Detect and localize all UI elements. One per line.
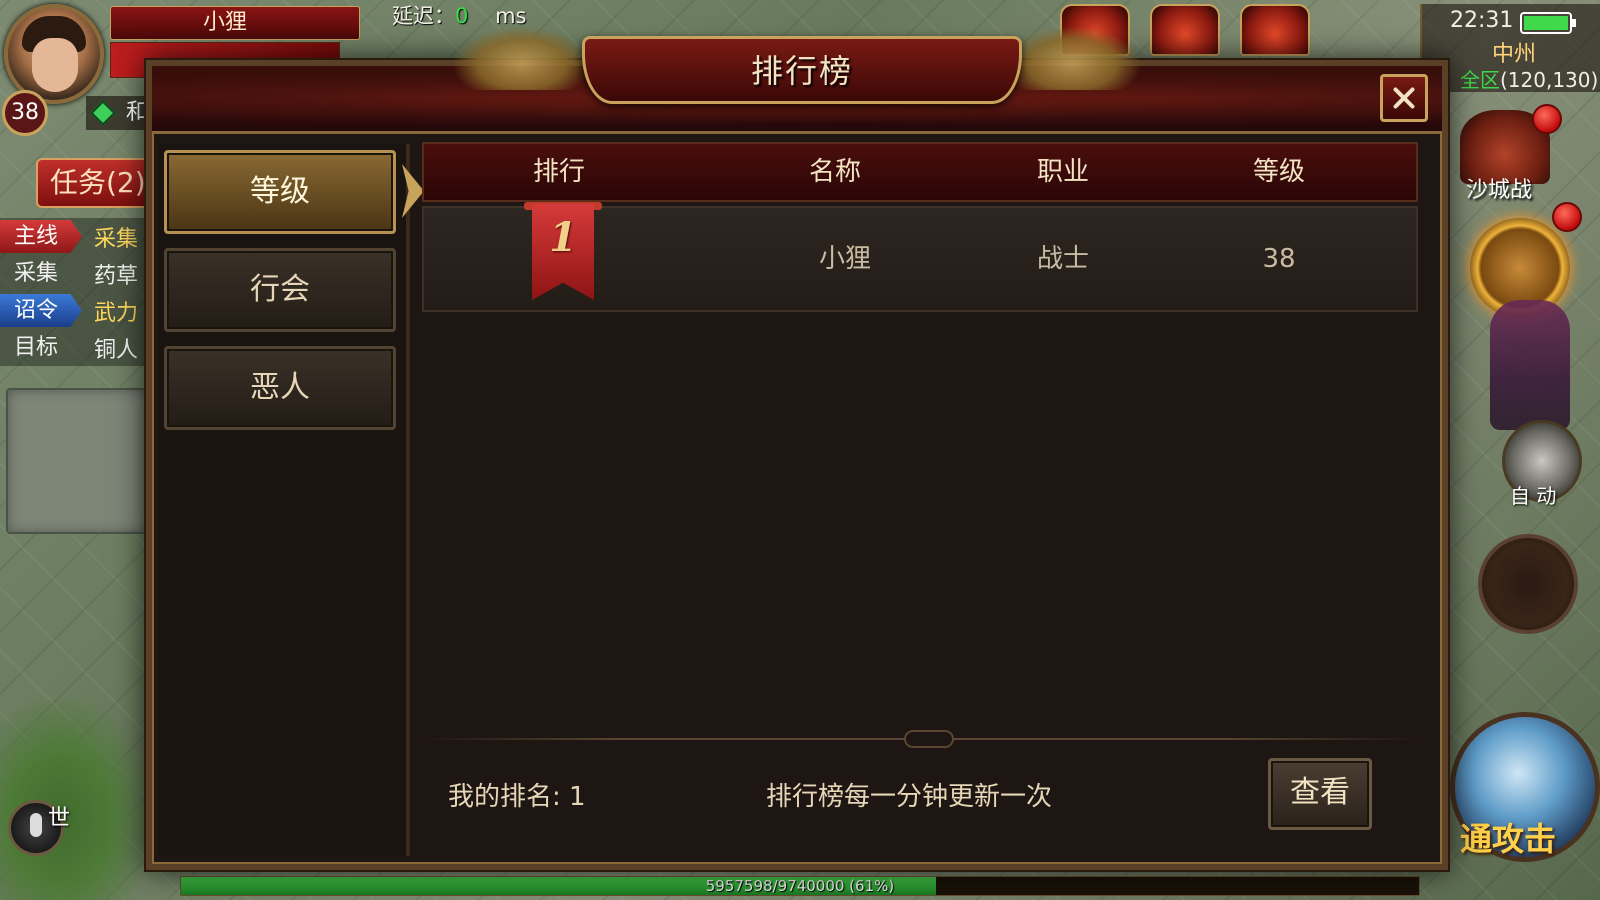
dialog-title: 排行榜 [750,52,853,90]
quest-tag: 目标 [14,335,59,360]
attack-label: 通攻击 [1460,820,1557,858]
quest-item[interactable]: 目标 铜人 [0,329,150,366]
ranking-dialog: 排行榜 等级 行会 恶人 排行 名称 职业 等级 1 小狸 战士 38 我的排名… [146,26,1448,870]
category-villain[interactable]: 恶人 [164,346,396,430]
cell-name: 小狸 [818,244,871,274]
clock: 22:31 [1450,8,1514,33]
quest-item[interactable]: 采集 药草 [0,255,150,292]
quest-button[interactable]: 任务(2) [36,158,156,208]
my-rank: 我的排名: 1 [448,782,586,812]
ranking-table: 排行 名称 职业 等级 1 小狸 战士 38 [422,142,1418,742]
player-avatar[interactable] [4,4,104,104]
column-level: 等级 [1252,157,1305,187]
category-menu: 等级 行会 恶人 [158,144,424,856]
zone-label: 全区 [1460,68,1500,92]
quest-desc: 武力 [94,300,139,326]
crown-icon[interactable] [1240,4,1310,56]
quest-tag: 主线 [0,220,82,253]
update-note: 排行榜每一分钟更新一次 [766,782,1053,812]
notification-dot [1552,202,1582,232]
quest-tag: 诏令 [0,294,82,327]
auto-battle-label: 自 动 [1510,484,1557,508]
castle-war-label: 沙城战 [1466,178,1533,203]
player-name: 小狸 [110,6,360,40]
dragon-ornament-icon [1002,26,1142,90]
experience-bar: 5957598/9740000 (61%) [180,876,1420,896]
quest-desc: 药草 [94,263,139,289]
quest-list: 主线 采集 采集 药草 诏令 武力 目标 铜人 [0,218,150,366]
grass-terrain [0,700,150,900]
active-arrow-icon [402,164,424,218]
battery-fill [1524,16,1568,30]
category-guild[interactable]: 行会 [164,248,396,332]
view-button[interactable]: 查看 [1268,758,1372,830]
coordinate-value: (120,130) [1500,68,1599,92]
title-plate: 排行榜 [582,36,1022,104]
column-rank: 排行 [532,157,585,187]
player-level-badge: 38 [2,90,48,136]
latency-label: 延迟： [392,4,455,28]
minimap-tile [6,388,148,534]
table-header: 排行 名称 职业 等级 [422,142,1418,202]
battery-icon [1520,12,1576,34]
column-name: 名称 [808,157,861,187]
skill-slot[interactable] [1478,534,1578,634]
close-button[interactable] [1380,74,1428,122]
cell-class: 战士 [1036,244,1089,274]
map-coordinates[interactable]: 全区(120,130) [1460,64,1598,93]
notification-dot [1532,104,1562,134]
npc-character[interactable] [1490,300,1570,430]
quest-desc: 铜人 [94,337,139,363]
category-level[interactable]: 等级 [164,150,396,234]
divider-knot [904,730,954,748]
quest-desc: 采集 [94,226,139,252]
quest-item[interactable]: 诏令 武力 [0,292,150,329]
dialog-header: 排行榜 [152,26,1442,134]
quest-tag: 采集 [14,261,59,286]
experience-text: 5957598/9740000 (61%) [705,877,895,895]
quest-item[interactable]: 主线 采集 [0,218,150,255]
avatar-face [32,38,78,92]
column-class: 职业 [1036,157,1089,187]
gift-icon[interactable] [1150,4,1220,56]
table-row[interactable]: 1 小狸 战士 38 [422,202,1418,312]
chat-channel-label[interactable]: 世 [48,800,70,832]
latency-value: 0 [455,4,469,28]
dragon-ornament-icon [452,26,592,90]
rank-number: 1 [549,214,577,261]
latency-unit: ms [495,4,527,28]
cell-level: 38 [1262,244,1296,274]
